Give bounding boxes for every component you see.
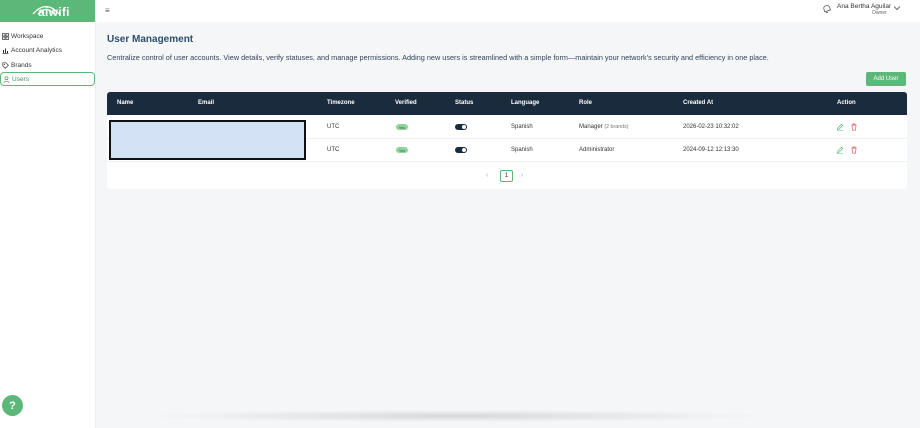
pagination-page-1[interactable]: 1 — [500, 170, 513, 182]
grid-icon — [1, 32, 9, 40]
timezone-cell: UTC — [327, 147, 340, 153]
edit-icon[interactable] — [836, 146, 844, 154]
role-label: Manager — [579, 124, 603, 130]
page-title: User Management — [107, 34, 194, 45]
sidebar-item-label: Brands — [11, 61, 32, 69]
sidebar-item-account-analytics[interactable]: Account Analytics — [0, 43, 95, 57]
created-at-cell: 2024-09-12 12:13:30 — [683, 147, 739, 153]
bottom-shadow — [136, 410, 776, 422]
logo-text: aiwifi — [38, 5, 70, 19]
pagination-next-button[interactable]: › — [521, 172, 523, 179]
sidebar-item-label: Users — [12, 75, 29, 83]
help-button[interactable]: ? — [2, 395, 23, 416]
role-cell: Administrator — [579, 147, 614, 153]
menu-icon[interactable]: ≡ — [105, 6, 110, 15]
column-header-created-at[interactable]: Created At — [683, 100, 713, 106]
chart-icon — [1, 46, 9, 54]
user-name[interactable]: Ana Bertha Aguilar — [837, 3, 891, 10]
users-table: Name Email Timezone Verified Status Lang… — [107, 92, 907, 189]
logo[interactable]: aiwifi — [0, 0, 95, 22]
column-header-name[interactable]: Name — [117, 100, 133, 106]
delete-icon[interactable] — [850, 123, 858, 131]
language-cell: Spanish — [511, 147, 533, 153]
pagination-prev-button[interactable]: ‹ — [486, 172, 488, 179]
sidebar-item-workspace[interactable]: Workspace — [0, 29, 95, 43]
role-cell: Manager (2 brands) — [579, 124, 629, 130]
column-header-status[interactable]: Status — [455, 100, 473, 106]
sidebar-item-users[interactable]: Users — [0, 72, 95, 86]
page-description: Centralize control of user accounts. Vie… — [107, 53, 769, 62]
bell-icon[interactable] — [822, 4, 832, 14]
created-at-cell: 2026-02-23 10:32:02 — [683, 124, 739, 130]
column-header-timezone[interactable]: Timezone — [327, 100, 355, 106]
column-header-role[interactable]: Role — [579, 100, 592, 106]
edit-icon[interactable] — [836, 123, 844, 131]
verified-badge: Yes — [396, 124, 408, 130]
add-user-button[interactable]: Add User — [866, 72, 906, 86]
chevron-down-icon[interactable] — [893, 5, 901, 11]
topbar: ≡ Ana Bertha Aguilar Owner — [96, 0, 920, 22]
column-header-action: Action — [837, 100, 856, 106]
delete-icon[interactable] — [850, 146, 858, 154]
sidebar: aiwifi Workspace Account Analytics Brand… — [0, 0, 96, 428]
verified-badge: Yes — [396, 147, 408, 153]
role-brand-count: (2 brands) — [604, 124, 629, 130]
sidebar-item-label: Workspace — [11, 32, 44, 40]
column-header-email[interactable]: Email — [198, 100, 214, 106]
role-label: Administrator — [579, 147, 615, 153]
status-toggle[interactable] — [455, 147, 467, 153]
main-content: ≡ Ana Bertha Aguilar Owner User Manageme… — [96, 0, 920, 428]
tag-icon — [1, 61, 9, 69]
status-toggle[interactable] — [455, 124, 467, 130]
column-header-language[interactable]: Language — [511, 100, 539, 106]
table-header: Name Email Timezone Verified Status Lang… — [107, 92, 907, 115]
user-role: Owner — [872, 10, 887, 16]
redacted-name-email-block — [109, 120, 306, 160]
language-cell: Spanish — [511, 124, 533, 130]
column-header-verified[interactable]: Verified — [395, 100, 417, 106]
user-icon — [2, 75, 10, 83]
sidebar-item-brands[interactable]: Brands — [0, 58, 95, 72]
timezone-cell: UTC — [327, 124, 340, 130]
sidebar-item-label: Account Analytics — [11, 46, 62, 54]
